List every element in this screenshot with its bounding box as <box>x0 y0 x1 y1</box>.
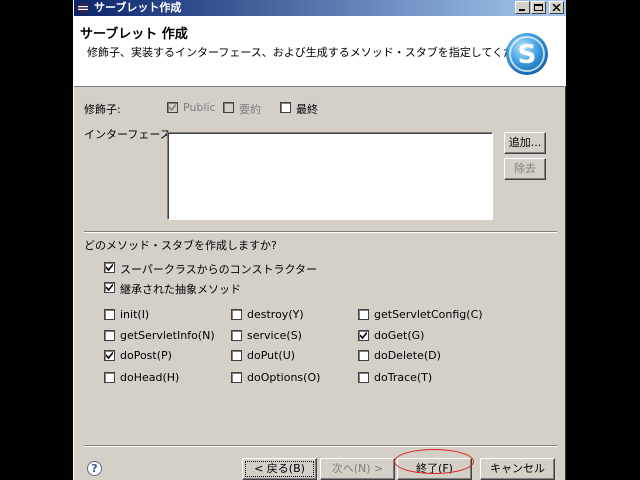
eclipse-app-icon <box>77 2 89 14</box>
close-button[interactable] <box>549 1 564 14</box>
doget-label: doGet(G) <box>374 329 425 342</box>
checkmark-icon <box>106 284 113 291</box>
dotrace-checkbox[interactable] <box>358 372 369 383</box>
checkmark-icon <box>360 332 367 339</box>
dooptions-label: doOptions(O) <box>247 371 321 384</box>
final-checkbox[interactable] <box>280 102 291 113</box>
checkmark-icon <box>106 352 113 359</box>
dohead-label: doHead(H) <box>120 371 180 384</box>
interfaces-list[interactable] <box>167 132 493 220</box>
cancel-button[interactable]: キャンセル <box>480 458 555 480</box>
stubs-question: どのメソッド・スタブを作成しますか? <box>84 239 277 252</box>
help-icon[interactable]: ? <box>87 461 102 476</box>
service-checkbox[interactable] <box>231 330 242 341</box>
footer-separator <box>84 445 557 447</box>
getservletconfig-checkbox[interactable] <box>358 309 369 320</box>
doget-checkbox[interactable] <box>358 330 369 341</box>
minimize-button[interactable] <box>515 1 530 14</box>
checkmark-icon <box>106 264 113 271</box>
finish-button[interactable]: 終了(F) <box>397 458 472 480</box>
separator <box>84 231 557 233</box>
close-icon <box>552 4 561 11</box>
svg-text:S: S <box>518 40 537 70</box>
servlet-wizard-window: サーブレット作成 サーブレット 作成 修飾子、実装するインターフェース、および生… <box>73 0 566 480</box>
abstract-checkbox[interactable] <box>223 102 234 113</box>
getservletconfig-label: getServletConfig(C) <box>374 308 483 321</box>
title-bar: サーブレット作成 <box>74 0 566 16</box>
minimize-icon <box>519 9 525 11</box>
getservletinfo-checkbox[interactable] <box>104 330 115 341</box>
dodelete-label: doDelete(D) <box>374 349 441 362</box>
page-description: 修飾子、実装するインターフェース、および生成するメソッド・スタブを指定してくださ… <box>87 46 548 59</box>
modifiers-label: 修飾子: <box>84 103 121 116</box>
page-title: サーブレット 作成 <box>80 27 188 42</box>
public-label: Public <box>183 101 216 114</box>
destroy-label: destroy(Y) <box>247 308 304 321</box>
dohead-checkbox[interactable] <box>104 372 115 383</box>
dopost-checkbox[interactable] <box>104 350 115 361</box>
init-checkbox[interactable] <box>104 309 115 320</box>
dopost-label: doPost(P) <box>120 349 172 362</box>
destroy-checkbox[interactable] <box>231 309 242 320</box>
servlet-logo-icon: S <box>506 33 548 75</box>
service-label: service(S) <box>247 329 302 342</box>
add-interface-button[interactable]: 追加... <box>504 132 546 154</box>
maximize-icon <box>534 4 543 11</box>
final-label: 最終 <box>296 103 318 116</box>
inherited-methods-checkbox[interactable] <box>104 282 115 293</box>
window-title: サーブレット作成 <box>94 1 182 14</box>
inherited-methods-label: 継承された抽象メソッド <box>120 283 241 296</box>
constructors-checkbox[interactable] <box>104 262 115 273</box>
back-button[interactable]: < 戻る(B) <box>242 458 317 480</box>
remove-interface-button[interactable]: 除去 <box>504 158 546 180</box>
abstract-label: 要約 <box>239 103 261 116</box>
dodelete-checkbox[interactable] <box>358 350 369 361</box>
public-checkbox[interactable] <box>167 102 178 113</box>
maximize-button[interactable] <box>531 1 546 14</box>
wizard-header: サーブレット 作成 修飾子、実装するインターフェース、および生成するメソッド・ス… <box>74 16 566 87</box>
doput-label: doPut(U) <box>247 349 296 362</box>
dooptions-checkbox[interactable] <box>231 372 242 383</box>
interfaces-label: インターフェース: <box>84 128 175 141</box>
checkmark-icon <box>169 104 176 111</box>
doput-checkbox[interactable] <box>231 350 242 361</box>
init-label: init(I) <box>120 308 150 321</box>
getservletinfo-label: getServletInfo(N) <box>120 329 215 342</box>
dotrace-label: doTrace(T) <box>374 371 433 384</box>
constructors-label: スーパークラスからのコンストラクター <box>120 263 318 276</box>
next-button[interactable]: 次へ(N) > <box>320 458 395 480</box>
